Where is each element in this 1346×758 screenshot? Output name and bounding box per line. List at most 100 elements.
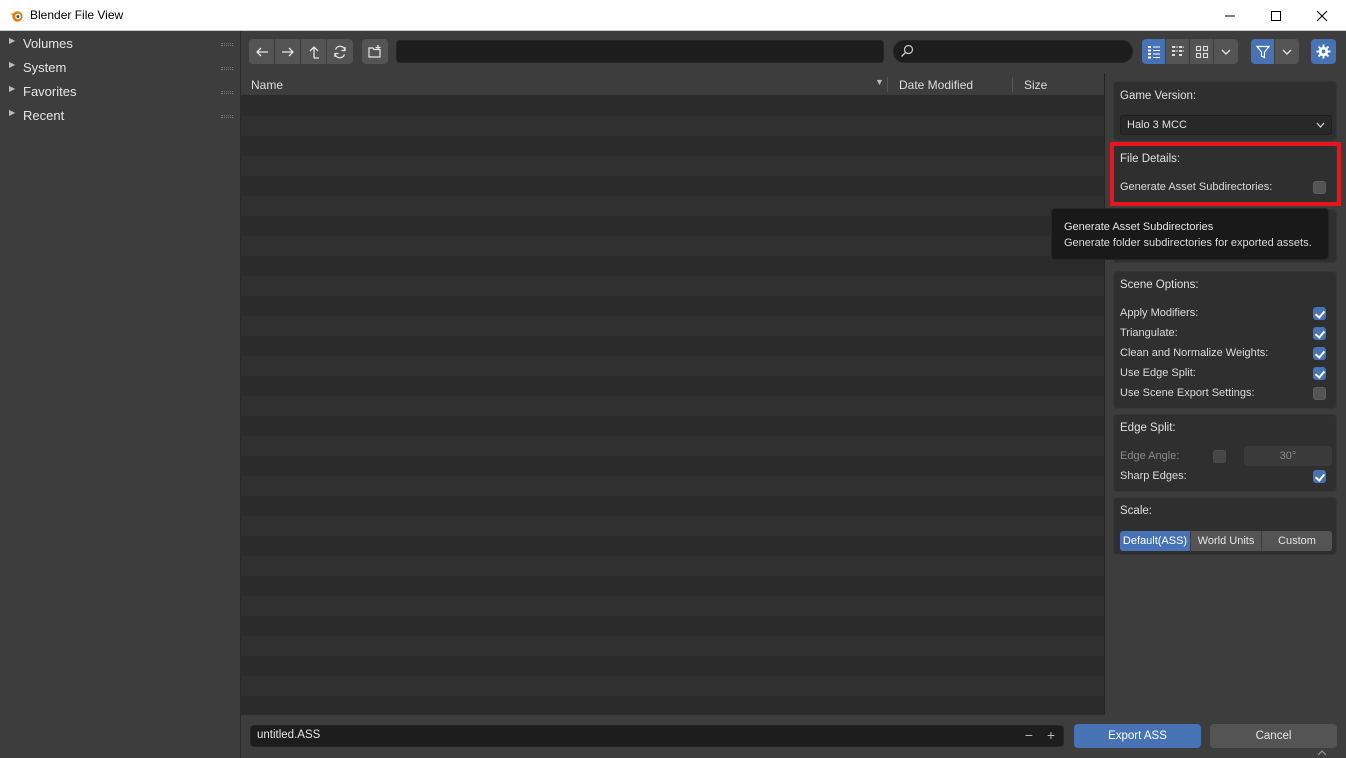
file-list: Name ▼ Date Modified Size xyxy=(241,73,1104,715)
maximize-button[interactable] xyxy=(1253,0,1299,31)
gear-icon xyxy=(1316,44,1331,59)
game-version-header: Game Version: xyxy=(1120,90,1197,102)
arrow-right-icon xyxy=(281,47,294,56)
minimize-button[interactable] xyxy=(1207,0,1253,31)
window-titlebar: Blender File View xyxy=(0,0,1346,31)
file-list-header: Name ▼ Date Modified Size xyxy=(241,73,1104,96)
chevron-up-icon[interactable] xyxy=(1317,749,1327,756)
edge-split-section: Edge Split: Edge Angle: 30° Sharp Edges: xyxy=(1113,414,1337,492)
drag-grip-icon[interactable] xyxy=(221,115,233,118)
drag-grip-icon[interactable] xyxy=(221,43,233,46)
sidebar-item-favorites[interactable]: ▶ Favorites xyxy=(0,80,241,104)
expand-arrow-icon[interactable]: ▶ xyxy=(9,36,15,45)
sort-indicator-icon[interactable]: ▼ xyxy=(875,77,884,87)
toggle-options-panel-button[interactable] xyxy=(1311,39,1336,64)
column-separator[interactable] xyxy=(887,77,888,92)
expand-arrow-icon[interactable]: ▶ xyxy=(9,108,15,117)
scale-options: Default(ASS) World Units Custom xyxy=(1120,531,1332,551)
directory-path-input[interactable] xyxy=(396,40,884,63)
filter-buttons xyxy=(1251,39,1299,64)
edge-angle-label: Edge Angle: xyxy=(1120,450,1180,462)
close-icon xyxy=(1316,10,1328,21)
filename-value: untitled.ASS xyxy=(257,729,321,741)
toolbar xyxy=(241,31,1346,73)
edge-angle-field[interactable]: 30° xyxy=(1244,446,1332,466)
new-folder-button[interactable] xyxy=(362,39,388,64)
use-scene-export-settings-label: Use Scene Export Settings: xyxy=(1120,387,1255,399)
filter-funnel-icon xyxy=(1255,45,1270,58)
horizontal-list-view-button[interactable] xyxy=(1166,39,1190,64)
chevron-down-icon xyxy=(1282,49,1292,55)
back-button[interactable] xyxy=(249,39,275,64)
expand-arrow-icon[interactable]: ▶ xyxy=(9,84,15,93)
column-name-header[interactable]: Name xyxy=(251,78,283,92)
scale-option-world-units[interactable]: World Units xyxy=(1191,531,1262,551)
display-settings-dropdown[interactable] xyxy=(1214,39,1238,64)
drag-grip-icon[interactable] xyxy=(221,91,233,94)
edge-angle-checkbox[interactable] xyxy=(1213,450,1226,463)
arrow-left-icon xyxy=(255,47,268,56)
blender-logo-icon xyxy=(9,11,23,22)
export-button[interactable]: Export ASS xyxy=(1074,724,1201,748)
decrement-filename-button[interactable]: − xyxy=(1025,727,1033,743)
sidebar-item-label: Recent xyxy=(23,108,65,123)
column-date-modified-header[interactable]: Date Modified xyxy=(899,78,973,92)
drag-grip-icon[interactable] xyxy=(221,67,233,70)
scale-header: Scale: xyxy=(1120,505,1152,517)
apply-modifiers-checkbox[interactable] xyxy=(1313,307,1326,320)
thumbnail-grid-icon xyxy=(1195,45,1208,58)
parent-directory-button[interactable] xyxy=(301,39,327,64)
tooltip-title: Generate Asset Subdirectories xyxy=(1064,221,1214,233)
clean-normalize-weights-checkbox[interactable] xyxy=(1313,347,1326,360)
game-version-dropdown[interactable]: Halo 3 MCC xyxy=(1120,115,1332,135)
scale-option-custom[interactable]: Custom xyxy=(1262,531,1332,551)
game-version-section: Game Version: Halo 3 MCC xyxy=(1113,81,1337,141)
game-version-value: Halo 3 MCC xyxy=(1127,119,1187,131)
triangulate-checkbox[interactable] xyxy=(1313,327,1326,340)
forward-button[interactable] xyxy=(275,39,301,64)
search-icon xyxy=(901,44,914,57)
sharp-edges-checkbox[interactable] xyxy=(1313,470,1326,483)
use-edge-split-label: Use Edge Split: xyxy=(1120,367,1196,379)
sidebar-item-label: System xyxy=(23,60,67,75)
filename-input[interactable]: untitled.ASS − + xyxy=(250,725,1064,747)
clean-normalize-weights-label: Clean and Normalize Weights: xyxy=(1120,347,1269,359)
thumbnail-view-button[interactable] xyxy=(1190,39,1214,64)
chevron-down-icon xyxy=(1316,122,1325,128)
apply-modifiers-label: Apply Modifiers: xyxy=(1120,307,1199,319)
maximize-icon xyxy=(1271,10,1281,21)
triangulate-label: Triangulate: xyxy=(1120,327,1178,339)
sidebar-item-label: Favorites xyxy=(23,84,77,99)
sidebar: ▶ Volumes ▶ System ▶ Favorites ▶ Recent xyxy=(0,31,241,758)
scale-section: Scale: Default(ASS) World Units Custom xyxy=(1113,497,1337,555)
scale-option-default-ass[interactable]: Default(ASS) xyxy=(1120,531,1191,551)
file-rows-area[interactable] xyxy=(241,96,1104,715)
filter-settings-dropdown[interactable] xyxy=(1275,39,1299,64)
refresh-button[interactable] xyxy=(327,39,353,64)
chevron-down-icon xyxy=(1221,49,1231,55)
tooltip: Generate Asset Subdirectories Generate f… xyxy=(1051,208,1329,260)
display-mode-buttons xyxy=(1142,39,1238,64)
window-title: Blender File View xyxy=(30,8,124,22)
expand-arrow-icon[interactable]: ▶ xyxy=(9,60,15,69)
cancel-button[interactable]: Cancel xyxy=(1210,724,1337,748)
scene-options-header: Scene Options: xyxy=(1120,279,1199,291)
sidebar-item-volumes[interactable]: ▶ Volumes xyxy=(0,32,241,56)
close-window-button[interactable] xyxy=(1299,0,1345,31)
increment-filename-button[interactable]: + xyxy=(1047,727,1055,743)
column-size-header[interactable]: Size xyxy=(1024,78,1047,92)
vertical-list-view-button[interactable] xyxy=(1142,39,1166,64)
sidebar-item-recent[interactable]: ▶ Recent xyxy=(0,104,241,128)
filter-toggle-button[interactable] xyxy=(1251,39,1275,64)
use-edge-split-checkbox[interactable] xyxy=(1313,367,1326,380)
arrow-up-icon xyxy=(309,45,319,59)
file-details-highlight xyxy=(1110,142,1341,206)
tooltip-description: Generate folder subdirectories for expor… xyxy=(1064,237,1312,249)
vertical-list-icon xyxy=(1147,45,1160,58)
sidebar-item-system[interactable]: ▶ System xyxy=(0,56,241,80)
search-input[interactable] xyxy=(893,40,1133,63)
minimize-icon xyxy=(1225,15,1235,16)
column-separator[interactable] xyxy=(1012,77,1013,92)
sidebar-item-label: Volumes xyxy=(23,36,73,51)
use-scene-export-settings-checkbox[interactable] xyxy=(1313,387,1326,400)
